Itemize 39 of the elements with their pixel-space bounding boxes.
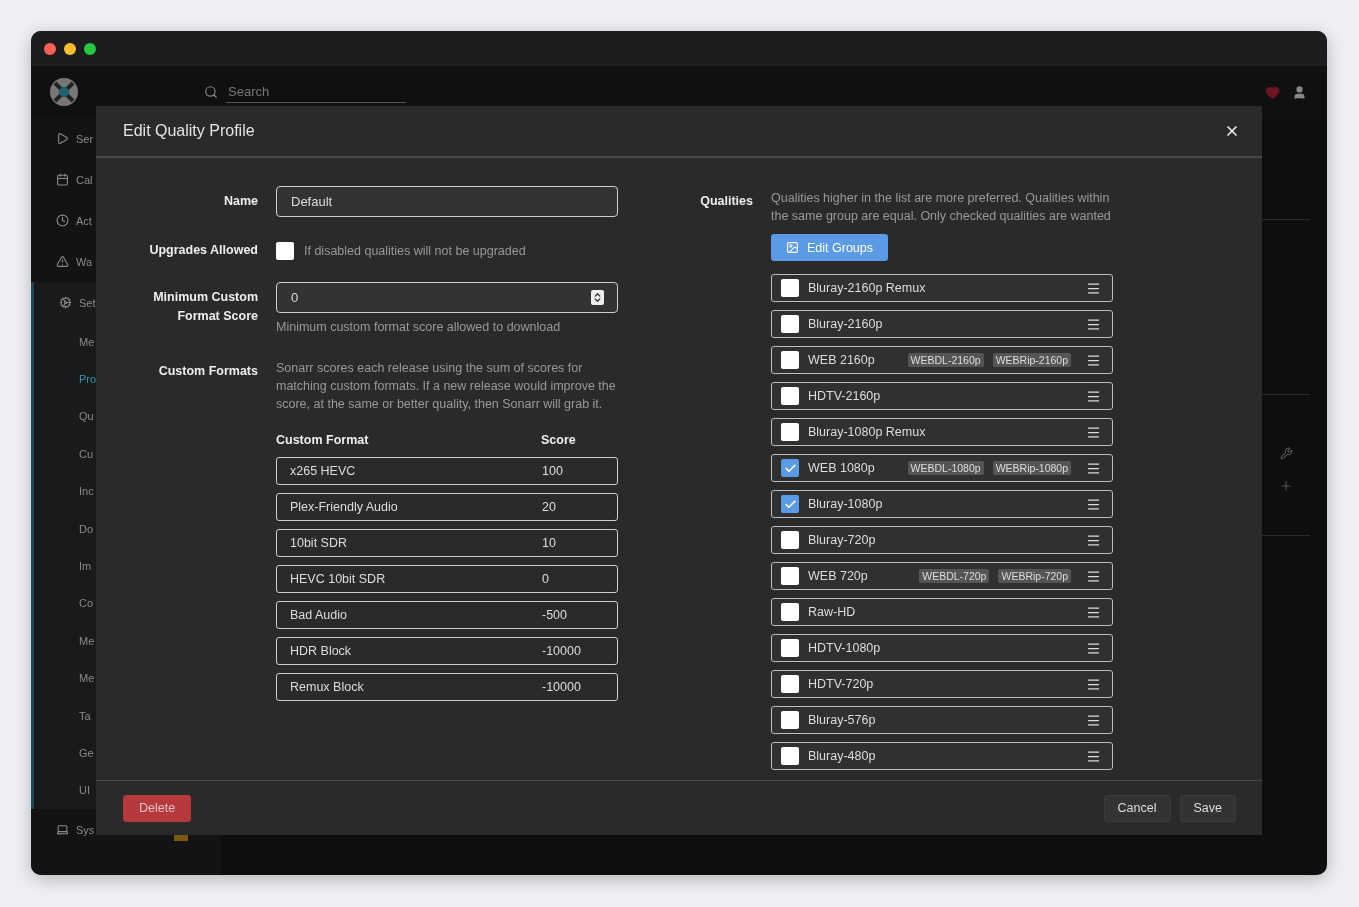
field-label: Upgrades Allowed	[148, 242, 258, 259]
format-name: Bad Audio	[290, 608, 348, 622]
quality-tag: WEBRip-2160p	[992, 353, 1071, 367]
format-name: HEVC 10bit SDR	[290, 572, 387, 586]
format-name: HDR Block	[290, 644, 353, 658]
quality-name: Bluray-720p	[808, 533, 877, 547]
help-text: Sonarr scores each release using the sum of scores for matching custom formats. If a new release would improve the score, at the same or better quality, then Sonarr will grab it.	[276, 360, 617, 413]
dialog-title: Edit Quality Profile	[123, 122, 255, 140]
quality-name: Bluray-480p	[808, 749, 877, 763]
field-label: Custom Formats	[157, 363, 258, 380]
help-text: If disabled qualities will not be upgraded	[304, 242, 526, 260]
quality-name: WEB 2160p	[808, 353, 876, 367]
quality-name: HDTV-2160p	[808, 389, 882, 403]
field-label: Minimum Custom Format Score	[152, 289, 258, 325]
quality-name: Bluray-2160p Remux	[808, 281, 927, 295]
quality-name: Bluray-1080p	[808, 497, 884, 511]
quality-tag: WEBDL-2160p	[907, 353, 984, 367]
quality-tag: WEBRip-1080p	[992, 461, 1071, 475]
quality-name: HDTV-720p	[808, 677, 875, 691]
column-header: Custom Format	[276, 433, 370, 447]
quality-tag: WEBDL-1080p	[907, 461, 984, 475]
format-name: Remux Block	[290, 680, 365, 694]
format-name: 10bit SDR	[290, 536, 348, 550]
quality-name: Bluray-576p	[808, 713, 877, 727]
format-name: x265 HEVC	[290, 464, 357, 478]
format-name: Plex-Friendly Audio	[290, 500, 399, 514]
quality-tag: WEBRip-720p	[998, 569, 1071, 583]
field-label: Name	[222, 193, 258, 210]
help-text: Minimum custom format score allowed to download	[276, 319, 562, 336]
quality-name: Raw-HD	[808, 605, 857, 619]
quality-name: WEB 1080p	[808, 461, 876, 475]
quality-name: HDTV-1080p	[808, 641, 882, 655]
quality-name: Bluray-1080p Remux	[808, 425, 927, 439]
help-text: Qualities higher in the list are more preferred. Qualities within the same group are equal. Only checked qualities are wanted	[771, 190, 1112, 225]
quality-tag: WEBDL-720p	[919, 569, 990, 583]
column-header: Score	[541, 433, 577, 447]
quality-name: WEB 720p	[808, 569, 869, 583]
field-label: Qualities	[699, 193, 753, 210]
quality-name: Bluray-2160p	[808, 317, 884, 331]
